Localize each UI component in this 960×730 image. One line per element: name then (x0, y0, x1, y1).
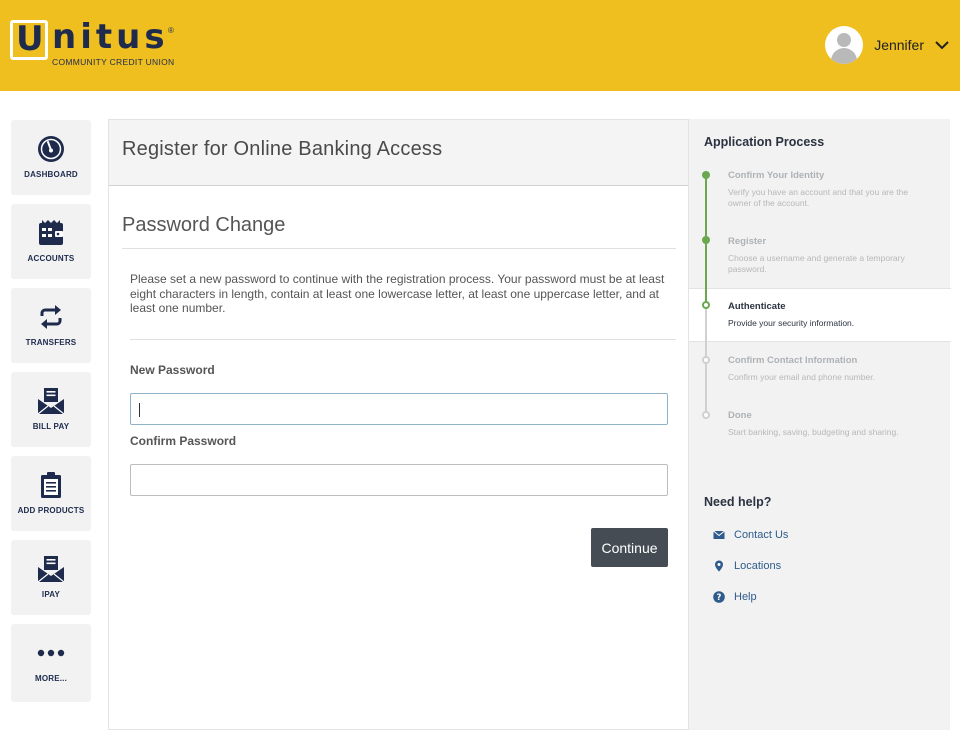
step-name: Confirm Your Identity (728, 170, 825, 181)
nav-item-more[interactable]: MORE... (11, 624, 91, 702)
step-confirm-contact: Confirm Contact Information Confirm your… (728, 355, 928, 383)
new-password-label: New Password (130, 363, 215, 377)
application-process-panel: Application Process Confirm Your Identit… (688, 119, 951, 730)
nav-label-ipay: IPAY (41, 590, 61, 599)
step-dot-pending (702, 411, 710, 419)
nav-label-bill-pay: BILL PAY (32, 422, 70, 431)
contact-us-label[interactable]: Contact Us (734, 529, 788, 541)
envelope-bill-icon (37, 388, 65, 415)
step-dot-current (702, 301, 710, 309)
avatar-body-icon (831, 48, 858, 64)
step-authenticate: Authenticate Provide your security infor… (728, 301, 928, 329)
step-description: Choose a username and generate a tempora… (728, 253, 905, 274)
nav-label-dashboard: DASHBOARD (24, 170, 78, 179)
chevron-down-icon[interactable] (934, 37, 950, 53)
logo-tagline: COMMUNITY CREDIT UNION (52, 57, 175, 67)
locations-link[interactable]: Locations (713, 560, 781, 572)
nav-label-accounts: ACCOUNTS (27, 254, 75, 263)
help-label[interactable]: Help (734, 591, 757, 603)
contact-us-link[interactable]: Contact Us (713, 529, 788, 541)
step-name: Authenticate (728, 301, 786, 312)
logo-wordmark: nitus (52, 17, 169, 57)
step-register: Register Choose a username and generate … (728, 236, 928, 275)
step-description: Verify you have an account and that you … (728, 187, 909, 208)
step-name: Confirm Contact Information (728, 355, 858, 366)
step-confirm-identity: Confirm Your Identity Verify you have an… (728, 170, 928, 209)
section-title: Password Change (122, 214, 286, 236)
step-description: Start banking, saving, budgeting and sha… (728, 427, 899, 437)
step-description: Confirm your email and phone number. (728, 372, 875, 382)
registration-panel: Register for Online Banking Access Passw… (108, 119, 688, 730)
step-dot-complete (702, 236, 710, 244)
step-name: Register (728, 236, 767, 247)
gauge-icon (38, 136, 64, 162)
logo-registered-mark: ® (168, 26, 174, 35)
nav-item-ipay[interactable]: IPAY (11, 540, 91, 615)
page-title: Register for Online Banking Access (122, 138, 443, 160)
wallet-icon (39, 220, 63, 245)
new-password-input[interactable] (130, 393, 668, 425)
locations-label[interactable]: Locations (734, 560, 781, 572)
step-done: Done Start banking, saving, budgeting an… (728, 410, 928, 438)
map-pin-icon (715, 560, 723, 572)
password-requirements-text: Please set a new password to continue wi… (130, 272, 665, 315)
nav-label-more: MORE... (34, 674, 68, 683)
panel-header: Register for Online Banking Access (109, 120, 688, 186)
step-name: Done (728, 410, 752, 421)
transfer-arrows-icon (40, 305, 62, 329)
clipboard-icon (41, 472, 61, 498)
unitus-logo[interactable]: U nitus ® COMMUNITY CREDIT UNION (10, 17, 180, 70)
help-link[interactable]: ? Help (713, 591, 757, 603)
more-dots-icon (37, 649, 65, 657)
avatar[interactable] (825, 26, 864, 64)
nav-label-transfers: TRANSFERS (25, 338, 77, 347)
user-name[interactable]: Jennifer (874, 37, 924, 53)
divider (122, 248, 676, 249)
app-header: U nitus ® COMMUNITY CREDIT UNION Jennife… (0, 0, 960, 91)
nav-item-dashboard[interactable]: DASHBOARD (11, 120, 91, 195)
continue-button[interactable]: Continue (591, 528, 668, 567)
divider (130, 339, 676, 340)
nav-item-transfers[interactable]: TRANSFERS (11, 288, 91, 363)
step-dot-pending (702, 356, 710, 364)
application-process-title: Application Process (704, 135, 825, 149)
nav-label-add-products: ADD PRODUCTS (17, 506, 85, 515)
text-caret (139, 403, 140, 417)
user-menu[interactable]: Jennifer (825, 26, 950, 64)
avatar-head-icon (837, 33, 852, 47)
nav-item-accounts[interactable]: ACCOUNTS (11, 204, 91, 279)
step-dot-complete (702, 171, 710, 179)
nav-item-add-products[interactable]: ADD PRODUCTS (11, 456, 91, 531)
logo-letter-u: U (16, 19, 44, 59)
question-icon: ? (713, 591, 725, 603)
step-description: Provide your security information. (728, 318, 855, 328)
nav-item-bill-pay[interactable]: BILL PAY (11, 372, 91, 447)
need-help-title: Need help? (704, 495, 772, 509)
envelope-pay-icon (37, 556, 65, 583)
mail-icon (713, 530, 725, 539)
svg-text:?: ? (717, 593, 722, 603)
confirm-password-label: Confirm Password (130, 434, 237, 448)
confirm-password-input[interactable] (130, 464, 668, 496)
